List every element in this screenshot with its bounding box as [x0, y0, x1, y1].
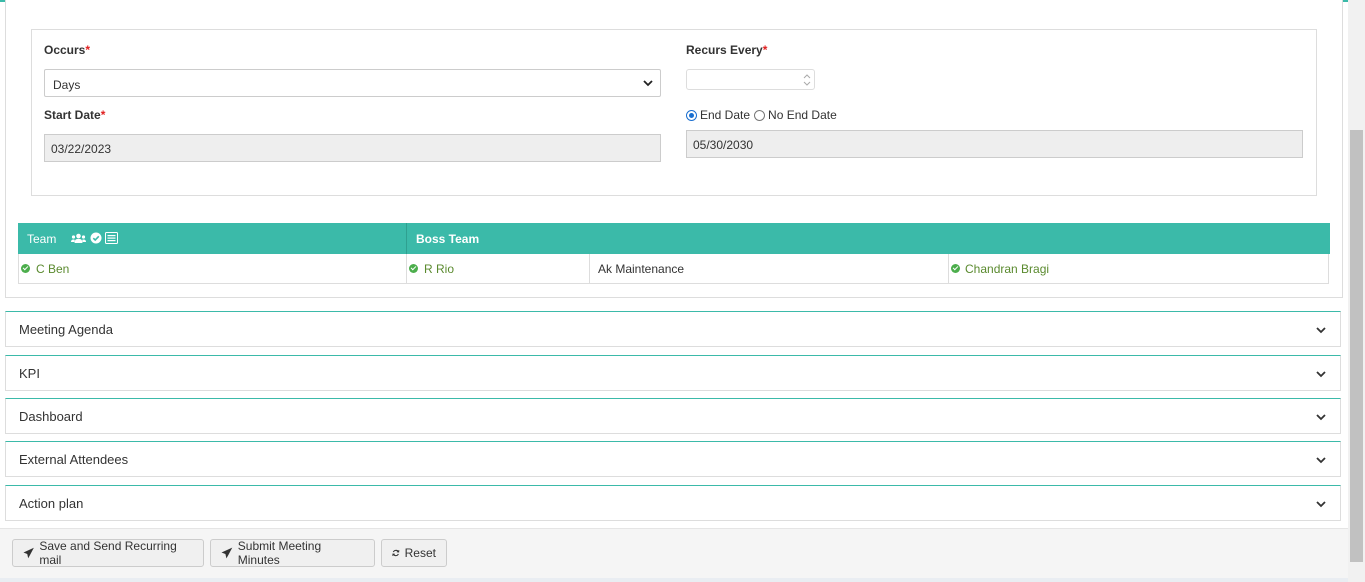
stepper-arrows-icon[interactable]	[803, 72, 811, 88]
no-end-date-radio-label[interactable]: No End Date	[768, 108, 837, 122]
reset-label: Reset	[404, 546, 436, 560]
boss-team-header-label: Boss Team	[416, 232, 480, 246]
recurs-every-label: Recurs Every*	[686, 43, 768, 57]
end-date-radio-label[interactable]: End Date	[700, 108, 750, 122]
occurs-label: Occurs*	[44, 43, 91, 57]
section-title: External Attendees	[19, 452, 129, 467]
save-send-recurring-label: Save and Send Recurring mail	[39, 539, 177, 567]
other-member-name[interactable]: Chandran Bragi	[965, 262, 1049, 276]
submit-meeting-minutes-button[interactable]: Submit Meeting Minutes	[210, 539, 375, 567]
section-title: KPI	[19, 366, 40, 381]
occurs-value: Days	[53, 78, 81, 92]
chevron-down-icon[interactable]	[1315, 498, 1327, 510]
chevron-down-icon[interactable]	[1315, 454, 1327, 466]
team-table: Team Boss Team C Ben R Rio Ak Maintenanc…	[18, 223, 1330, 285]
other-member-cell: Chandran Bragi	[948, 254, 1329, 284]
check-circle-icon	[409, 264, 418, 273]
start-date-input[interactable]: 03/22/2023	[44, 134, 661, 162]
scrollbar-thumb[interactable]	[1350, 130, 1363, 562]
paper-plane-icon	[23, 547, 34, 559]
team-header: Team	[18, 223, 406, 254]
end-date-value: 05/30/2030	[693, 138, 754, 152]
occurs-select[interactable]: Days	[44, 69, 661, 97]
start-date-value: 03/22/2023	[51, 142, 112, 156]
section-dashboard[interactable]: Dashboard	[5, 398, 1341, 434]
boss-member-cell: R Rio	[406, 254, 590, 284]
chevron-down-icon[interactable]	[1315, 411, 1327, 423]
section-title: Meeting Agenda	[19, 322, 113, 337]
recurs-every-stepper[interactable]	[686, 69, 815, 90]
check-circle-icon	[21, 264, 30, 273]
section-kpi[interactable]: KPI	[5, 355, 1341, 391]
users-icon[interactable]	[71, 233, 86, 244]
boss-role-text: Ak Maintenance	[598, 262, 685, 276]
team-cell: C Ben	[18, 254, 407, 284]
chevron-down-icon	[643, 80, 653, 87]
start-date-label: Start Date*	[44, 108, 106, 122]
paper-plane-icon	[221, 547, 233, 559]
check-circle-icon[interactable]	[90, 232, 102, 244]
end-date-options: End Date No End Date	[686, 108, 837, 122]
check-circle-icon	[951, 264, 960, 273]
boss-member-name[interactable]: R Rio	[424, 262, 454, 276]
team-header-label: Team	[27, 232, 57, 246]
section-external-attendees[interactable]: External Attendees	[5, 441, 1341, 477]
no-end-date-radio[interactable]	[754, 109, 766, 121]
boss-role-cell: Ak Maintenance	[589, 254, 949, 284]
section-action-plan[interactable]: Action plan	[5, 485, 1341, 521]
section-title: Action plan	[19, 496, 84, 511]
bottom-border	[0, 578, 1348, 582]
recurrence-box	[31, 29, 1317, 196]
refresh-icon	[392, 549, 400, 557]
end-date-input[interactable]: 05/30/2030	[686, 130, 1303, 158]
save-send-recurring-button[interactable]: Save and Send Recurring mail	[12, 539, 204, 567]
section-meeting-agenda[interactable]: Meeting Agenda	[5, 311, 1341, 347]
chevron-down-icon[interactable]	[1315, 324, 1327, 336]
end-date-radio[interactable]	[686, 109, 697, 121]
section-title: Dashboard	[19, 409, 83, 424]
submit-meeting-minutes-label: Submit Meeting Minutes	[237, 539, 322, 567]
list-icon[interactable]	[105, 232, 118, 244]
reset-button[interactable]: Reset	[381, 539, 447, 567]
chevron-down-icon[interactable]	[1315, 368, 1327, 380]
boss-team-header: Boss Team	[406, 223, 1330, 254]
team-member-name[interactable]: C Ben	[36, 262, 69, 276]
